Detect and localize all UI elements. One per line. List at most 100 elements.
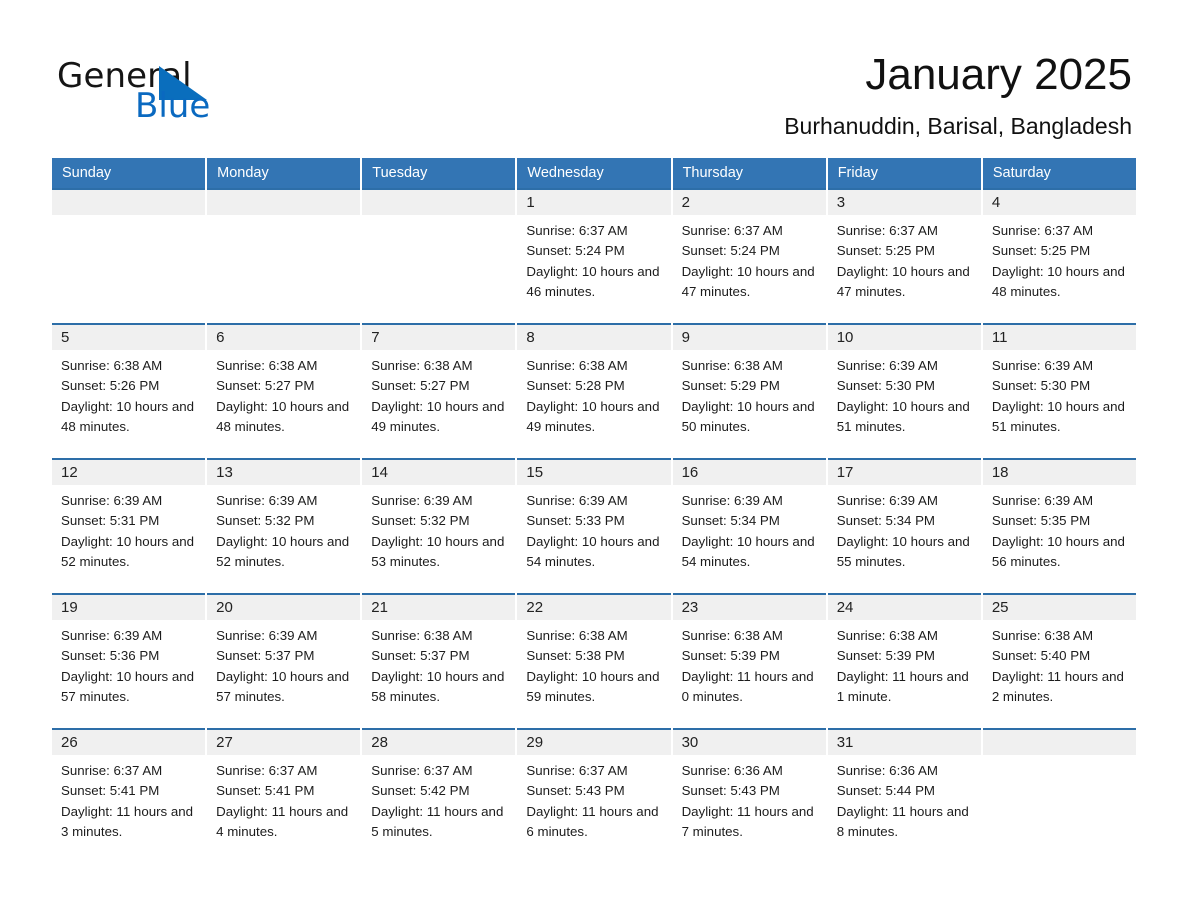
sunrise-text: Sunrise: 6:39 AM (216, 628, 318, 643)
sunrise-text: Sunrise: 6:37 AM (681, 223, 783, 238)
sunrise-text: Sunrise: 6:39 AM (836, 358, 938, 373)
day-number-strip: 24 (827, 595, 981, 620)
day-number-strip: 9 (672, 325, 826, 350)
sunset-text: Sunset: 5:41 PM (61, 783, 160, 799)
day-cell[interactable]: 16 Sunrise: 6:39 AM Sunset: 5:34 PM Dayl… (672, 458, 826, 593)
day-cell[interactable]: 22 Sunrise: 6:38 AM Sunset: 5:38 PM Dayl… (517, 593, 671, 728)
day-number: 26 (61, 734, 78, 751)
day-number-strip: 4 (982, 190, 1136, 215)
day-number: 9 (681, 329, 690, 346)
sunrise-text: Sunrise: 6:37 AM (991, 223, 1094, 238)
day-number: 14 (371, 464, 388, 481)
day-number: 25 (991, 599, 1009, 616)
day-cell[interactable]: 29 Sunrise: 6:37 AM Sunset: 5:43 PM Dayl… (517, 728, 671, 863)
day-details: Sunrise: 6:38 AM Sunset: 5:40 PM Dayligh… (983, 620, 1136, 707)
day-number-strip: 8 (517, 325, 671, 350)
title-block: January 2025 Burhanuddin, Barisal, Bangl… (784, 48, 1132, 140)
daylight-text: Daylight: 10 hours and 49 minutes. (526, 398, 660, 434)
day-cell[interactable]: 2 Sunrise: 6:37 AM Sunset: 5:24 PM Dayli… (672, 188, 826, 323)
sunrise-text: Sunrise: 6:39 AM (681, 493, 783, 508)
day-number-strip: 17 (827, 460, 981, 485)
day-number: 27 (216, 734, 233, 751)
sunrise-text: Sunrise: 6:37 AM (526, 763, 628, 778)
sunrise-text: Sunrise: 6:39 AM (836, 493, 938, 508)
page-header: General Blue January 2025 Burhanuddin, B… (52, 48, 1132, 148)
sunrise-text: Sunrise: 6:36 AM (681, 763, 783, 778)
day-cell[interactable]: 15 Sunrise: 6:39 AM Sunset: 5:33 PM Dayl… (517, 458, 671, 593)
day-details: Sunrise: 6:38 AM Sunset: 5:26 PM Dayligh… (52, 350, 205, 437)
generalblue-logo[interactable]: General Blue (57, 56, 317, 134)
sunset-text: Sunset: 5:30 PM (991, 378, 1091, 394)
day-cell[interactable]: 9 Sunrise: 6:38 AM Sunset: 5:29 PM Dayli… (672, 323, 826, 458)
day-cell[interactable]: 11 Sunrise: 6:39 AM Sunset: 5:30 PM Dayl… (982, 323, 1136, 458)
day-cell[interactable]: 21 Sunrise: 6:38 AM Sunset: 5:37 PM Dayl… (362, 593, 516, 728)
daylight-text: Daylight: 10 hours and 48 minutes. (61, 398, 195, 434)
day-details: Sunrise: 6:36 AM Sunset: 5:44 PM Dayligh… (828, 755, 981, 842)
logo-text-blue: Blue (135, 86, 211, 126)
day-number: 18 (991, 464, 1009, 481)
sunset-text: Sunset: 5:41 PM (216, 783, 315, 799)
sunrise-text: Sunrise: 6:38 AM (371, 628, 473, 643)
day-number-strip: 30 (672, 730, 826, 755)
day-number-strip: 2 (672, 190, 826, 215)
day-cell[interactable]: 4 Sunrise: 6:37 AM Sunset: 5:25 PM Dayli… (982, 188, 1136, 323)
day-number: 19 (61, 599, 78, 616)
sunset-text: Sunset: 5:37 PM (371, 648, 470, 664)
weekday-header-tuesday: Tuesday (362, 158, 516, 188)
day-details: Sunrise: 6:38 AM Sunset: 5:27 PM Dayligh… (207, 350, 360, 437)
daylight-text: Daylight: 10 hours and 57 minutes. (216, 668, 350, 704)
day-cell[interactable]: 30 Sunrise: 6:36 AM Sunset: 5:43 PM Dayl… (672, 728, 826, 863)
day-cell[interactable]: 1 Sunrise: 6:37 AM Sunset: 5:24 PM Dayli… (517, 188, 671, 323)
day-cell[interactable] (982, 728, 1136, 863)
day-number-strip: 28 (362, 730, 516, 755)
day-number: 4 (991, 194, 1001, 211)
day-cell[interactable]: 20 Sunrise: 6:39 AM Sunset: 5:37 PM Dayl… (207, 593, 361, 728)
day-cell[interactable]: 27 Sunrise: 6:37 AM Sunset: 5:41 PM Dayl… (207, 728, 361, 863)
day-cell[interactable]: 31 Sunrise: 6:36 AM Sunset: 5:44 PM Dayl… (827, 728, 981, 863)
sunrise-text: Sunrise: 6:37 AM (526, 223, 628, 238)
day-cell[interactable]: 28 Sunrise: 6:37 AM Sunset: 5:42 PM Dayl… (362, 728, 516, 863)
day-number-strip (982, 730, 1136, 755)
day-details: Sunrise: 6:39 AM Sunset: 5:30 PM Dayligh… (828, 350, 981, 437)
sunset-text: Sunset: 5:39 PM (836, 648, 936, 664)
day-details (362, 215, 515, 221)
day-number: 15 (526, 464, 544, 481)
day-cell[interactable]: 25 Sunrise: 6:38 AM Sunset: 5:40 PM Dayl… (982, 593, 1136, 728)
sunrise-text: Sunrise: 6:39 AM (61, 628, 163, 643)
day-cell[interactable]: 23 Sunrise: 6:38 AM Sunset: 5:39 PM Dayl… (672, 593, 826, 728)
sunrise-text: Sunrise: 6:37 AM (61, 763, 163, 778)
daylight-text: Daylight: 11 hours and 4 minutes. (216, 803, 349, 839)
daylight-text: Daylight: 10 hours and 58 minutes. (371, 668, 505, 704)
day-cell[interactable]: 7 Sunrise: 6:38 AM Sunset: 5:27 PM Dayli… (362, 323, 516, 458)
page-title: January 2025 (865, 50, 1132, 99)
day-cell[interactable]: 14 Sunrise: 6:39 AM Sunset: 5:32 PM Dayl… (362, 458, 516, 593)
day-details (207, 215, 360, 221)
day-details: Sunrise: 6:39 AM Sunset: 5:36 PM Dayligh… (52, 620, 205, 707)
day-number: 1 (526, 194, 535, 211)
day-cell[interactable]: 19 Sunrise: 6:39 AM Sunset: 5:36 PM Dayl… (52, 593, 206, 728)
day-number: 2 (681, 194, 690, 211)
day-cell[interactable] (362, 188, 516, 323)
day-cell[interactable]: 6 Sunrise: 6:38 AM Sunset: 5:27 PM Dayli… (207, 323, 361, 458)
day-number-strip: 21 (362, 595, 516, 620)
sunrise-text: Sunrise: 6:37 AM (216, 763, 318, 778)
day-number-strip: 6 (207, 325, 361, 350)
day-cell[interactable]: 8 Sunrise: 6:38 AM Sunset: 5:28 PM Dayli… (517, 323, 671, 458)
day-cell[interactable]: 18 Sunrise: 6:39 AM Sunset: 5:35 PM Dayl… (982, 458, 1136, 593)
day-cell[interactable]: 10 Sunrise: 6:39 AM Sunset: 5:30 PM Dayl… (827, 323, 981, 458)
day-cell[interactable]: 5 Sunrise: 6:38 AM Sunset: 5:26 PM Dayli… (52, 323, 206, 458)
day-cell[interactable]: 17 Sunrise: 6:39 AM Sunset: 5:34 PM Dayl… (827, 458, 981, 593)
day-details: Sunrise: 6:39 AM Sunset: 5:35 PM Dayligh… (983, 485, 1136, 572)
day-cell[interactable] (207, 188, 361, 323)
day-cell[interactable]: 3 Sunrise: 6:37 AM Sunset: 5:25 PM Dayli… (827, 188, 981, 323)
sunset-text: Sunset: 5:27 PM (216, 378, 315, 394)
day-cell[interactable] (52, 188, 206, 323)
weekday-header-friday: Friday (827, 158, 981, 188)
day-details: Sunrise: 6:37 AM Sunset: 5:25 PM Dayligh… (983, 215, 1136, 302)
daylight-text: Daylight: 10 hours and 51 minutes. (991, 398, 1125, 434)
day-cell[interactable]: 26 Sunrise: 6:37 AM Sunset: 5:41 PM Dayl… (52, 728, 206, 863)
sunset-text: Sunset: 5:26 PM (61, 378, 160, 394)
day-cell[interactable]: 24 Sunrise: 6:38 AM Sunset: 5:39 PM Dayl… (827, 593, 981, 728)
day-cell[interactable]: 13 Sunrise: 6:39 AM Sunset: 5:32 PM Dayl… (207, 458, 361, 593)
day-cell[interactable]: 12 Sunrise: 6:39 AM Sunset: 5:31 PM Dayl… (52, 458, 206, 593)
